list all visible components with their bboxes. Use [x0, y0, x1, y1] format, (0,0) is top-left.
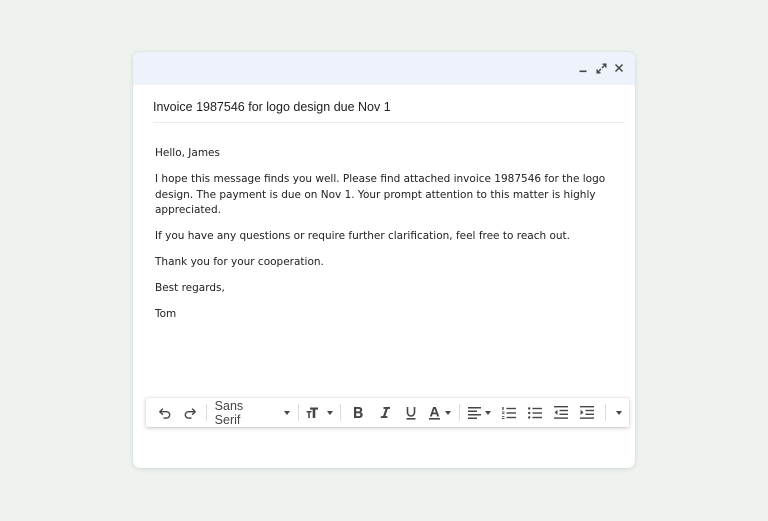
message-body[interactable]: Hello, James I hope this message finds y…	[155, 146, 615, 333]
bold-icon[interactable]	[345, 402, 371, 424]
toolbar-divider	[205, 404, 207, 421]
undo-icon[interactable]	[153, 402, 177, 424]
compose-window: Invoice 1987546 for logo design due Nov …	[133, 52, 635, 468]
chevron-down-icon	[327, 410, 334, 415]
align-button[interactable]	[464, 402, 495, 424]
toolbar-divider	[298, 404, 300, 421]
align-icon	[468, 406, 482, 419]
font-family-select[interactable]: Sans Serif	[211, 399, 295, 427]
thanks-text: Thank you for your cooperation.	[155, 256, 324, 268]
close-icon[interactable]	[612, 61, 626, 75]
greeting-text: Hello, James	[155, 147, 220, 159]
indent-more-icon[interactable]	[574, 402, 600, 424]
font-family-label: Sans Serif	[214, 398, 244, 427]
chevron-down-icon	[445, 410, 452, 415]
redo-icon[interactable]	[177, 402, 201, 424]
more-options-icon[interactable]	[610, 402, 629, 424]
compose-titlebar	[133, 52, 635, 85]
font-size-icon	[306, 407, 319, 418]
formatting-toolbar: Sans Serif	[146, 398, 629, 427]
body-paragraph: I hope this message finds you well. Plea…	[155, 173, 606, 216]
chevron-down-icon	[616, 410, 623, 415]
body-paragraph: If you have any questions or require fur…	[155, 230, 571, 242]
numbered-list-icon[interactable]	[495, 402, 521, 424]
italic-icon[interactable]	[372, 402, 398, 424]
toolbar-divider	[459, 404, 461, 421]
underline-icon[interactable]	[398, 402, 424, 424]
minimize-icon[interactable]	[576, 61, 590, 75]
toolbar-divider	[340, 404, 342, 421]
signature-text: Tom	[155, 308, 177, 320]
closing-text: Best regards,	[155, 282, 225, 294]
expand-icon[interactable]	[594, 61, 608, 75]
bulleted-list-icon[interactable]	[522, 402, 548, 424]
subject-field[interactable]: Invoice 1987546 for logo design due Nov …	[153, 100, 624, 123]
font-size-button[interactable]	[303, 402, 336, 424]
chevron-down-icon	[284, 410, 291, 415]
indent-less-icon[interactable]	[548, 402, 574, 424]
text-color-icon	[429, 406, 441, 420]
text-color-button[interactable]	[424, 402, 455, 424]
chevron-down-icon	[485, 410, 492, 415]
toolbar-divider	[604, 404, 606, 421]
window-controls	[576, 61, 626, 75]
